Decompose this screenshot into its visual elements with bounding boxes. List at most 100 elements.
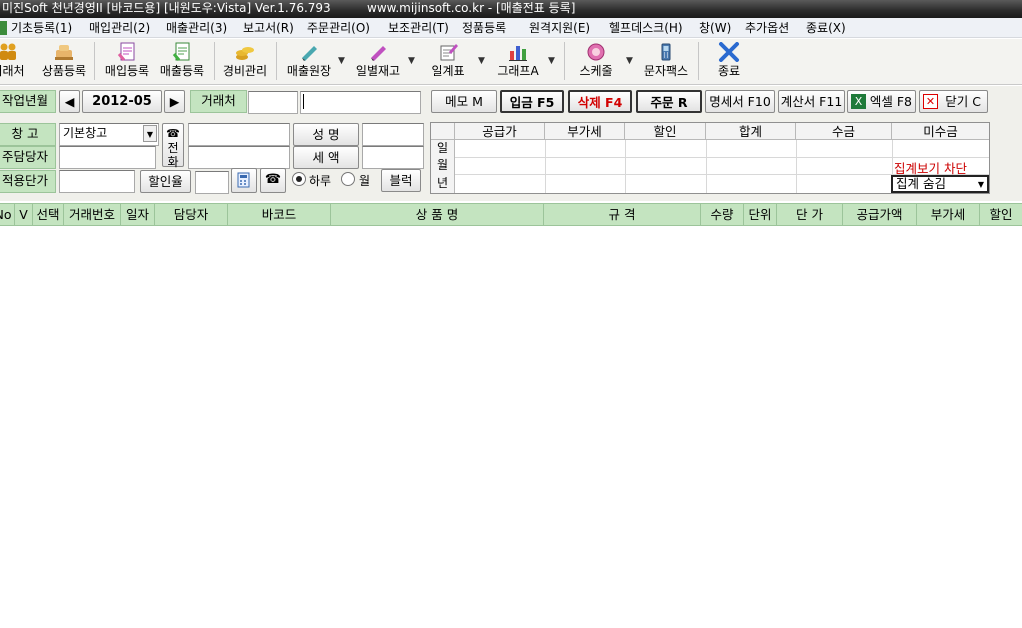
phone-input-1[interactable] (188, 123, 290, 146)
work-month-value[interactable]: 2012-05 (82, 90, 162, 113)
grid-col-vat[interactable]: 부가세 (917, 204, 980, 225)
manager-input[interactable] (59, 146, 156, 169)
block-button[interactable]: 블럭 (381, 169, 421, 192)
telephone-button[interactable]: ☎ (260, 168, 286, 193)
excel-button[interactable]: X 엑셀 F8 (847, 90, 916, 113)
radio-day-label: 하루 (309, 174, 332, 188)
prev-month-button[interactable]: ◀ (59, 90, 80, 113)
title-bar: 미진Soft 천년경영II [바코드용] [내원도우:Vista] Ver.1.… (0, 0, 1022, 18)
summary-col-receivable: 미수금 (892, 123, 989, 140)
toolbar-separator (276, 42, 277, 80)
grid-col-quantity[interactable]: 수량 (701, 204, 744, 225)
menu-basic-registration[interactable]: 기초등록(1) (11, 18, 72, 38)
ledger-dropdown-arrow[interactable]: ▼ (338, 56, 345, 66)
grid-col-barcode[interactable]: 바코드 (228, 204, 331, 225)
phone-fax-icon (661, 43, 671, 61)
close-button[interactable]: ✕ 닫기 C (919, 90, 988, 113)
next-month-button[interactable]: ▶ (164, 90, 185, 113)
menu-reports[interactable]: 보고서(R) (243, 18, 294, 38)
grid-col-spec[interactable]: 규 격 (544, 204, 701, 225)
toolbar-purchase-button[interactable]: 매입등록 (100, 39, 154, 83)
grid-col-manager[interactable]: 담당자 (155, 204, 228, 225)
grid-col-date[interactable]: 일자 (121, 204, 155, 225)
menu-product-registration[interactable]: 정품등록 (462, 18, 506, 38)
chevron-down-icon[interactable]: ▼ (143, 125, 157, 142)
deposit-button[interactable]: 입금 F5 (500, 90, 564, 113)
ledger-icon (302, 46, 317, 61)
grid-col-discount[interactable]: 할인 (980, 204, 1022, 225)
transaction-grid-body[interactable] (0, 227, 1022, 628)
chevron-down-icon: ▼ (977, 180, 984, 189)
toolbar-separator (698, 42, 699, 80)
delete-button[interactable]: 삭제 F4 (568, 90, 632, 113)
grid-col-unit[interactable]: 단위 (744, 204, 777, 225)
menu-sales-management[interactable]: 매출관리(3) (166, 18, 227, 38)
toolbar-separator (94, 42, 95, 80)
toolbar-sales-button[interactable]: 매출등록 (155, 39, 209, 83)
product-icon (55, 45, 73, 60)
radio-day[interactable] (292, 172, 306, 186)
toolbar-expense-button[interactable]: 경비관리 (218, 39, 272, 83)
menu-window[interactable]: 창(W) (699, 18, 731, 38)
name-input[interactable] (362, 123, 424, 146)
client-code-input[interactable] (248, 91, 298, 114)
tax-input[interactable] (362, 146, 424, 169)
grid-col-select[interactable]: 선택 (33, 204, 64, 225)
client-name-input[interactable] (300, 91, 421, 114)
toolbar-daily-inventory-button[interactable]: 일별재고 (350, 39, 406, 83)
menu-helpdesk[interactable]: 헬프데스크(H) (609, 18, 683, 38)
warehouse-select[interactable]: 기본창고 ▼ (59, 123, 159, 146)
menu-purchase-management[interactable]: 매입관리(2) (89, 18, 150, 38)
people-icon (0, 43, 16, 60)
calculator-button[interactable] (231, 168, 257, 193)
report-dropdown-arrow[interactable]: ▼ (478, 56, 485, 66)
schedule-dropdown-arrow[interactable]: ▼ (626, 56, 633, 66)
grid-col-supply-amount[interactable]: 공급가액 (843, 204, 917, 225)
exit-x-icon (719, 42, 739, 62)
summary-col-divider (625, 140, 626, 193)
unit-price-input[interactable] (59, 170, 135, 193)
menu-remote-support[interactable]: 원격지원(E) (529, 18, 590, 38)
summary-col-discount: 할인 (625, 123, 706, 140)
graph-dropdown-arrow[interactable]: ▼ (548, 56, 555, 66)
grid-col-unit-price[interactable]: 단 가 (777, 204, 843, 225)
summary-col-divider (796, 140, 797, 193)
toolbar-sms-fax-button[interactable]: 문자팩스 (638, 39, 694, 83)
menu-exit[interactable]: 종료(X) (806, 18, 846, 38)
toolbar-schedule-button[interactable]: 스케줄 (570, 39, 622, 83)
discount-rate-input[interactable] (195, 171, 229, 194)
toolbar-product-button[interactable]: 상품등록 (36, 39, 92, 83)
menu-auxiliary-management[interactable]: 보조관리(T) (388, 18, 449, 38)
radio-month[interactable] (341, 172, 355, 186)
phone-icon: ☎ (166, 127, 180, 140)
toolbar-client-button[interactable]: 거래처 (0, 39, 28, 83)
order-button[interactable]: 주문 R (636, 90, 702, 113)
excel-icon: X (851, 94, 866, 109)
phone-input-2[interactable] (188, 146, 290, 169)
toolbar-graph-button[interactable]: 그래프A (492, 39, 544, 83)
summary-col-divider (706, 140, 707, 193)
telephone-icon: ☎ (264, 172, 282, 187)
client-label: 거래처 (190, 90, 247, 113)
menu-extra-options[interactable]: 추가옵션 (745, 18, 789, 38)
toolbar-sales-ledger-button[interactable]: 매출원장 (280, 39, 338, 83)
memo-button[interactable]: 메모 M (431, 90, 497, 113)
summary-view-select[interactable]: 집계 숨김 ▼ (891, 175, 989, 193)
grid-col-transaction-no[interactable]: 거래번호 (64, 204, 121, 225)
grid-col-product-name[interactable]: 상 품 명 (331, 204, 544, 225)
menu-order-management[interactable]: 주문관리(O) (307, 18, 370, 38)
daily-report-icon (440, 44, 458, 61)
summary-col-total: 합계 (706, 123, 796, 140)
toolbar-exit-button[interactable]: 종료 (706, 39, 752, 83)
close-icon: ✕ (923, 94, 938, 109)
inventory-dropdown-arrow[interactable]: ▼ (408, 56, 415, 66)
statement-button[interactable]: 명세서 F10 (705, 90, 775, 113)
grid-col-check[interactable]: V (15, 204, 33, 225)
grid-col-no[interactable]: No (0, 204, 15, 225)
invoice-button[interactable]: 계산서 F11 (778, 90, 845, 113)
manager-label: 주담당자 (0, 146, 56, 169)
work-month-label: 작업년월 (0, 90, 56, 113)
coins-icon (236, 47, 254, 60)
toolbar-daily-report-button[interactable]: 일계표 (424, 39, 472, 83)
purchase-icon (117, 42, 135, 61)
